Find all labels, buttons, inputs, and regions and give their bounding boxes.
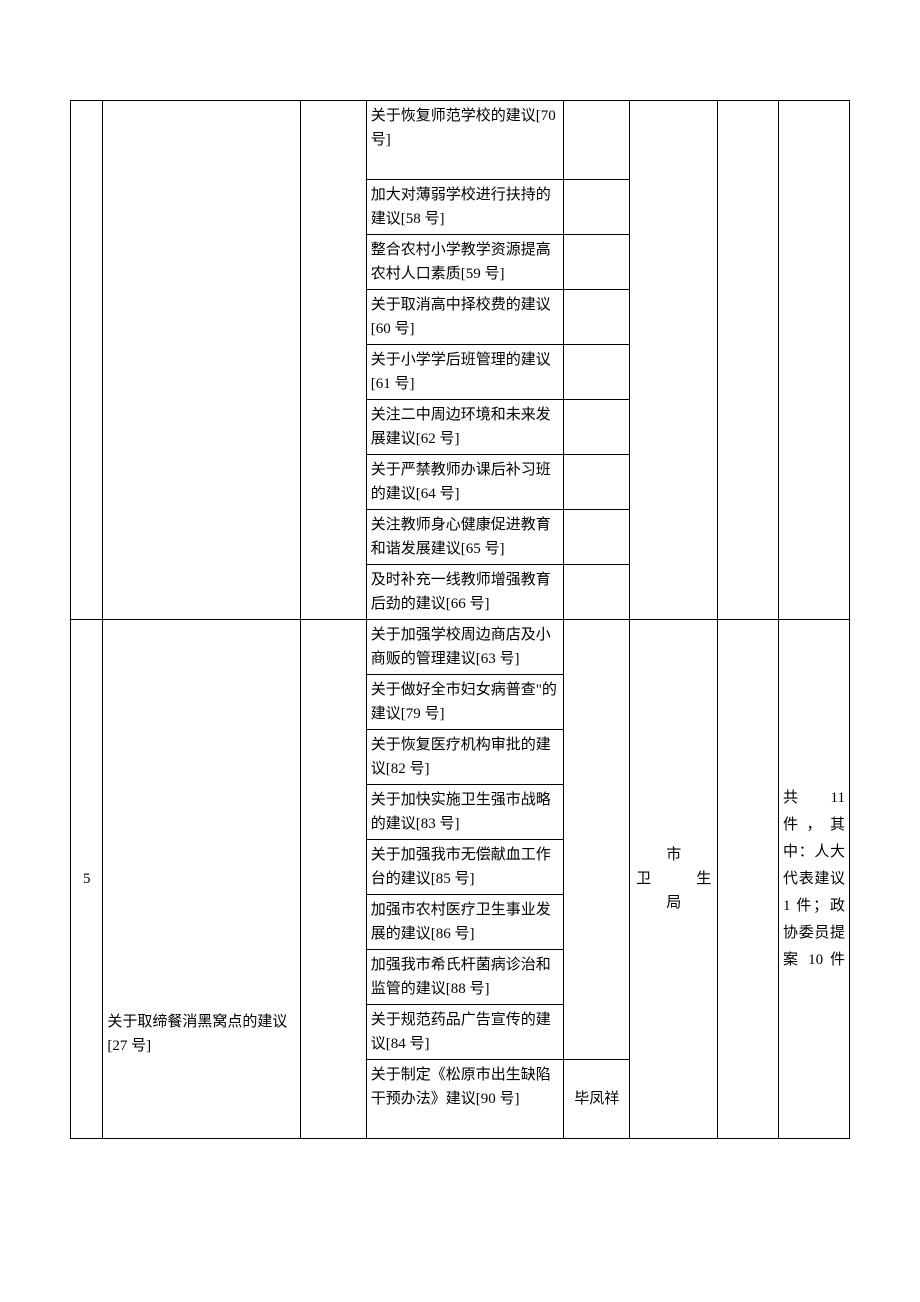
zhengxie-person bbox=[564, 620, 630, 1060]
renda-proposal bbox=[103, 101, 301, 620]
zhengxie-proposal: 关于加快实施卫生强市战略的建议[83 号] bbox=[366, 785, 564, 840]
renda-proposal: 关于取缔餐消黑窝点的建议[27 号] bbox=[103, 620, 301, 1139]
zhengxie-person bbox=[564, 180, 630, 235]
remark bbox=[779, 101, 850, 620]
zhengxie-proposal: 关于恢复师范学校的建议[70 号] bbox=[366, 101, 564, 180]
zhengxie-person bbox=[564, 290, 630, 345]
zhengxie-proposal: 加大对薄弱学校进行扶持的建议[58 号] bbox=[366, 180, 564, 235]
zhengxie-proposal: 关于恢复医疗机构审批的建议[82 号] bbox=[366, 730, 564, 785]
zhengxie-person bbox=[564, 400, 630, 455]
zhengxie-proposal: 加强市农村医疗卫生事业发展的建议[86 号] bbox=[366, 895, 564, 950]
zhengxie-proposal: 关注教师身心健康促进教育和谐发展建议[65 号] bbox=[366, 510, 564, 565]
zhengxie-person bbox=[564, 345, 630, 400]
unit2 bbox=[718, 620, 779, 1139]
zhengxie-proposal: 关于规范药品广告宣传的建议[84 号] bbox=[366, 1005, 564, 1060]
zhengxie-proposal: 关于小学学后班管理的建议[61 号] bbox=[366, 345, 564, 400]
table-row: 关于恢复师范学校的建议[70 号] bbox=[71, 101, 850, 180]
row-index: 5 bbox=[71, 620, 103, 1139]
zhengxie-proposal: 关于制定《松原市出生缺陷干预办法》建议[90 号] bbox=[366, 1060, 564, 1139]
zhengxie-proposal: 整合农村小学教学资源提高农村人口素质[59 号] bbox=[366, 235, 564, 290]
zhengxie-person bbox=[564, 235, 630, 290]
unit2 bbox=[718, 101, 779, 620]
renda-person bbox=[300, 101, 366, 620]
proposals-table: 关于恢复师范学校的建议[70 号] 加大对薄弱学校进行扶持的建议[58 号]整合… bbox=[70, 100, 850, 1139]
table-row: 5关于取缔餐消黑窝点的建议[27 号]关于加强学校周边商店及小商贩的管理建议[6… bbox=[71, 620, 850, 675]
zhengxie-proposal: 关于加强我市无偿献血工作台的建议[85 号] bbox=[366, 840, 564, 895]
zhengxie-proposal: 关于严禁教师办课后补习班的建议[64 号] bbox=[366, 455, 564, 510]
zhengxie-proposal: 关于取消高中择校费的建议[60 号] bbox=[366, 290, 564, 345]
unit: 市卫 生局 bbox=[630, 620, 718, 1139]
unit bbox=[630, 101, 718, 620]
zhengxie-proposal: 加强我市希氏杆菌病诊治和监管的建议[88 号] bbox=[366, 950, 564, 1005]
remark: 共 11 件，其中：人大代表建议 1 件；政协委员提案 10 件 bbox=[779, 620, 850, 1139]
zhengxie-person bbox=[564, 565, 630, 620]
zhengxie-proposal: 关注二中周边环境和未来发展建议[62 号] bbox=[366, 400, 564, 455]
zhengxie-person: 毕凤祥 bbox=[564, 1060, 630, 1139]
renda-person bbox=[300, 620, 366, 1139]
zhengxie-proposal: 及时补充一线教师增强教育后劲的建议[66 号] bbox=[366, 565, 564, 620]
zhengxie-person bbox=[564, 455, 630, 510]
zhengxie-person bbox=[564, 101, 630, 180]
row-index bbox=[71, 101, 103, 620]
zhengxie-person bbox=[564, 510, 630, 565]
zhengxie-proposal: 关于加强学校周边商店及小商贩的管理建议[63 号] bbox=[366, 620, 564, 675]
zhengxie-proposal: 关于做好全市妇女病普查"的建议[79 号] bbox=[366, 675, 564, 730]
